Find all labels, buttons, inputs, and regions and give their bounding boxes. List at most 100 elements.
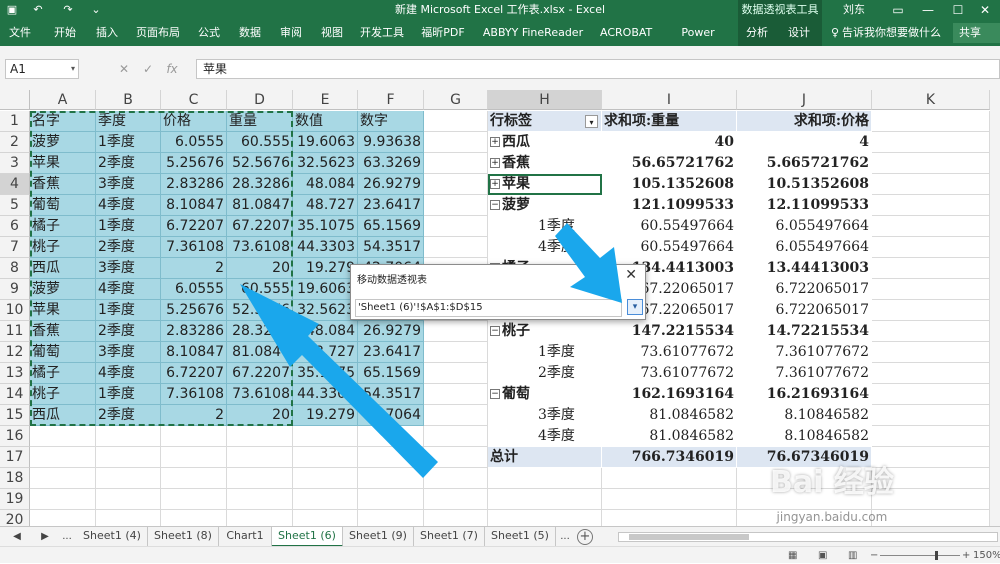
row-header-3[interactable]: 3 bbox=[0, 153, 30, 174]
source-cell[interactable]: 60.555 bbox=[227, 279, 293, 300]
pivot-row-label[interactable]: + 西瓜 bbox=[488, 132, 602, 153]
source-cell[interactable]: 2.83286 bbox=[161, 174, 227, 195]
page-break-view-icon[interactable]: ▥ bbox=[848, 547, 857, 564]
row-header-11[interactable]: 11 bbox=[0, 321, 30, 342]
sheet-tab[interactable]: Sheet1 (9) bbox=[343, 527, 414, 547]
empty-cell[interactable] bbox=[30, 426, 96, 447]
pivot-price-value[interactable]: 14.72215534 bbox=[737, 321, 872, 342]
pivot-weight-value[interactable]: 73.61077672 bbox=[602, 342, 737, 363]
empty-cell[interactable] bbox=[161, 447, 227, 468]
pivot-row-label[interactable]: + 苹果 bbox=[488, 174, 602, 195]
pivot-weight-value[interactable]: 73.61077672 bbox=[602, 363, 737, 384]
pivot-row-label[interactable]: 4季度 bbox=[488, 237, 602, 258]
pivot-weight-value[interactable]: 81.0846582 bbox=[602, 405, 737, 426]
pivot-weight-value[interactable]: 105.1352608 bbox=[602, 174, 737, 195]
sheet-tab[interactable]: Sheet1 (5) bbox=[485, 527, 556, 547]
source-cell[interactable]: 2.83286 bbox=[161, 321, 227, 342]
empty-cell[interactable] bbox=[161, 468, 227, 489]
empty-cell[interactable] bbox=[872, 132, 990, 153]
select-all-corner[interactable] bbox=[0, 90, 30, 110]
source-cell[interactable]: 4季度 bbox=[96, 279, 161, 300]
empty-cell[interactable] bbox=[872, 279, 990, 300]
pivot-price-value[interactable]: 8.10846582 bbox=[737, 426, 872, 447]
source-cell[interactable]: 菠萝 bbox=[30, 279, 96, 300]
zoom-level[interactable]: 150% bbox=[973, 547, 1000, 564]
pivot-row-label[interactable]: 2季度 bbox=[488, 363, 602, 384]
source-cell[interactable]: 32.5623 bbox=[293, 153, 358, 174]
empty-cell[interactable] bbox=[30, 447, 96, 468]
source-cell[interactable]: 橘子 bbox=[30, 363, 96, 384]
pivot-row-label[interactable]: 1季度 bbox=[488, 216, 602, 237]
row-header-12[interactable]: 12 bbox=[0, 342, 30, 363]
source-cell[interactable]: 48.084 bbox=[293, 321, 358, 342]
empty-cell[interactable] bbox=[488, 510, 602, 526]
tab-abbyy[interactable]: ABBYY FineReader 12 bbox=[481, 20, 585, 65]
tell-me-search[interactable]: 告诉我你想要做什么 bbox=[842, 20, 942, 46]
empty-cell[interactable] bbox=[872, 237, 990, 258]
sheet-tab[interactable]: Sheet1 (4) bbox=[77, 527, 148, 547]
empty-cell[interactable] bbox=[424, 426, 488, 447]
pivot-weight-value[interactable]: 147.2215534 bbox=[602, 321, 737, 342]
source-cell[interactable]: 28.3286 bbox=[227, 174, 293, 195]
row-header-8[interactable]: 8 bbox=[0, 258, 30, 279]
pivot-price-value[interactable]: 8.10846582 bbox=[737, 405, 872, 426]
row-header-18[interactable]: 18 bbox=[0, 468, 30, 489]
empty-cell[interactable] bbox=[424, 174, 488, 195]
sheet-tab[interactable]: Sheet1 (8) bbox=[148, 527, 219, 547]
source-cell[interactable]: 桃子 bbox=[30, 384, 96, 405]
source-header-cell[interactable]: 价格 bbox=[161, 111, 227, 132]
pivot-weight-value[interactable]: 81.0846582 bbox=[602, 426, 737, 447]
source-cell[interactable]: 48.727 bbox=[293, 195, 358, 216]
source-cell[interactable]: 7.36108 bbox=[161, 384, 227, 405]
source-cell[interactable]: 54.3517 bbox=[358, 384, 424, 405]
empty-cell[interactable] bbox=[30, 510, 96, 526]
tab-page-layout[interactable]: 页面布局 bbox=[135, 20, 181, 46]
pivot-weight-value[interactable]: 40 bbox=[602, 132, 737, 153]
empty-cell[interactable] bbox=[227, 468, 293, 489]
pivot-weight-value[interactable]: 60.55497664 bbox=[602, 237, 737, 258]
empty-cell[interactable] bbox=[602, 489, 737, 510]
source-cell[interactable]: 65.1569 bbox=[358, 216, 424, 237]
source-cell[interactable]: 26.9279 bbox=[358, 321, 424, 342]
row-header-6[interactable]: 6 bbox=[0, 216, 30, 237]
filter-dropdown-icon[interactable]: ▾ bbox=[585, 115, 598, 128]
source-cell[interactable]: 65.1569 bbox=[358, 363, 424, 384]
empty-cell[interactable] bbox=[30, 489, 96, 510]
empty-cell[interactable] bbox=[30, 468, 96, 489]
chevron-down-icon[interactable]: ▾ bbox=[71, 60, 75, 78]
source-header-cell[interactable]: 数值 bbox=[293, 111, 358, 132]
source-cell[interactable]: 6.72207 bbox=[161, 363, 227, 384]
row-header-13[interactable]: 13 bbox=[0, 363, 30, 384]
maximize-icon[interactable]: ☐ bbox=[943, 0, 973, 20]
empty-cell[interactable] bbox=[872, 300, 990, 321]
pivot-price-value[interactable]: 6.055497664 bbox=[737, 237, 872, 258]
source-header-cell[interactable]: 季度 bbox=[96, 111, 161, 132]
source-cell[interactable]: 3季度 bbox=[96, 258, 161, 279]
empty-cell[interactable] bbox=[96, 447, 161, 468]
source-cell[interactable]: 4季度 bbox=[96, 195, 161, 216]
empty-cell[interactable] bbox=[488, 468, 602, 489]
empty-cell[interactable] bbox=[227, 489, 293, 510]
pivot-weight-value[interactable]: 162.1693164 bbox=[602, 384, 737, 405]
source-cell[interactable]: 西瓜 bbox=[30, 405, 96, 426]
source-cell[interactable]: 28.3286 bbox=[227, 321, 293, 342]
empty-cell[interactable] bbox=[872, 153, 990, 174]
column-header-f[interactable]: F bbox=[358, 90, 424, 110]
empty-cell[interactable] bbox=[424, 489, 488, 510]
empty-cell[interactable] bbox=[293, 468, 358, 489]
source-cell[interactable]: 26.9279 bbox=[358, 174, 424, 195]
tab-scroll-right-icon[interactable]: ▶ bbox=[38, 527, 52, 547]
empty-cell[interactable] bbox=[872, 363, 990, 384]
source-cell[interactable]: 苹果 bbox=[30, 300, 96, 321]
tab-developer[interactable]: 开发工具 bbox=[359, 20, 405, 46]
row-header-9[interactable]: 9 bbox=[0, 279, 30, 300]
row-header-16[interactable]: 16 bbox=[0, 426, 30, 447]
empty-cell[interactable] bbox=[424, 468, 488, 489]
column-header-g[interactable]: G bbox=[424, 90, 488, 110]
pivot-row-label[interactable]: 4季度 bbox=[488, 426, 602, 447]
pivot-row-label[interactable]: − 桃子 bbox=[488, 321, 602, 342]
source-header-cell[interactable]: 名字 bbox=[30, 111, 96, 132]
tab-insert[interactable]: 插入 bbox=[93, 20, 121, 46]
pivot-price-value[interactable]: 4 bbox=[737, 132, 872, 153]
tab-formulas[interactable]: 公式 bbox=[195, 20, 223, 46]
